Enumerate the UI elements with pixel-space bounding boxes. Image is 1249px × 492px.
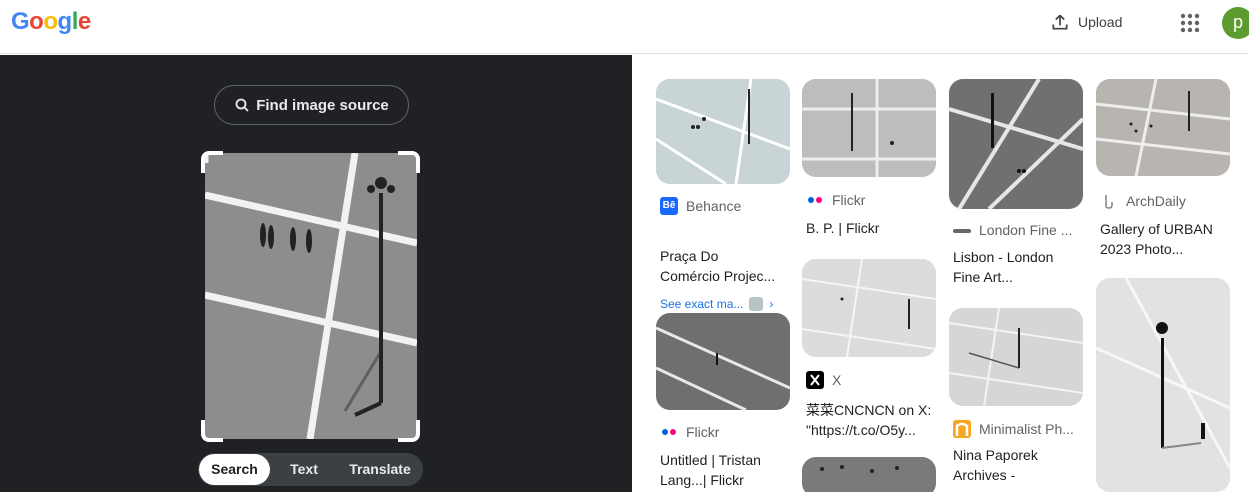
- result-source: Flickr: [686, 424, 720, 440]
- result-thumbnail[interactable]: [949, 308, 1083, 406]
- archdaily-icon: [1100, 192, 1118, 210]
- upload-button[interactable]: Upload: [1050, 11, 1122, 33]
- upload-label: Upload: [1078, 14, 1123, 30]
- result-thumbnail[interactable]: [802, 457, 936, 492]
- tab-text[interactable]: Text: [270, 454, 338, 485]
- flickr-icon: [806, 191, 824, 209]
- result-thumbnail[interactable]: [949, 79, 1083, 209]
- result-title[interactable]: Untitled | Tristan Lang...| Flickr: [660, 450, 790, 490]
- result-title[interactable]: 菜菜CNCNCN on X: "https://t.co/O5y...: [806, 400, 936, 440]
- chevron-right-icon: ›: [769, 297, 774, 311]
- result-title[interactable]: Praça Do Comércio Projec...: [660, 246, 790, 286]
- result-thumbnail[interactable]: [802, 79, 936, 177]
- result-thumbnail[interactable]: [656, 313, 790, 410]
- result-source: Behance: [686, 198, 742, 214]
- account-avatar[interactable]: p: [1222, 7, 1249, 39]
- result-source: London Fine ...: [979, 222, 1073, 238]
- x-icon: [806, 371, 824, 389]
- london-fine-art-icon: [953, 229, 971, 233]
- result-source: Minimalist Ph...: [979, 421, 1074, 437]
- crop-handle-top-left[interactable]: [201, 151, 223, 173]
- result-source: ArchDaily: [1126, 193, 1186, 209]
- exact-match-thumb-icon: [749, 297, 764, 311]
- result-title[interactable]: B. P. | Flickr: [806, 218, 936, 238]
- tab-search[interactable]: Search: [199, 454, 270, 485]
- flickr-icon: [660, 423, 678, 441]
- find-image-source-label: Find image source: [256, 96, 389, 114]
- result-title[interactable]: Lisbon - London Fine Art...: [953, 247, 1083, 287]
- result-thumbnail[interactable]: [656, 79, 790, 184]
- visual-matches: Bē Behance Praça Do Comércio Projec... Se…: [632, 55, 1249, 492]
- result-source: X: [832, 372, 842, 388]
- minimalist-icon: [953, 420, 971, 438]
- upload-icon: [1052, 14, 1068, 30]
- result-thumbnail[interactable]: [1096, 79, 1230, 176]
- see-exact-matches-link[interactable]: See exact ma... ›: [660, 297, 773, 311]
- result-title[interactable]: Gallery of URBAN 2023 Photo...: [1100, 219, 1230, 259]
- apps-grid-icon[interactable]: [1178, 11, 1202, 35]
- result-thumbnail[interactable]: [802, 259, 936, 357]
- uploaded-image[interactable]: [205, 153, 417, 439]
- top-bar: Google Upload p: [0, 0, 1249, 54]
- find-image-source-button[interactable]: Find image source: [214, 85, 409, 125]
- tab-translate[interactable]: Translate: [338, 454, 422, 485]
- google-logo[interactable]: Google: [11, 8, 91, 36]
- lens-image-pane: Find image source Search Text Translate: [0, 55, 632, 492]
- crop-handle-top-right[interactable]: [398, 151, 420, 173]
- result-source: Flickr: [832, 192, 866, 208]
- crop-handle-bottom-left[interactable]: [201, 420, 223, 442]
- result-title[interactable]: Nina Paporek Archives -: [953, 445, 1083, 485]
- lens-search-icon: [235, 98, 249, 112]
- behance-icon: Bē: [660, 197, 678, 215]
- mode-tabs: Search Text Translate: [198, 453, 423, 486]
- crop-handle-bottom-right[interactable]: [398, 420, 420, 442]
- result-thumbnail[interactable]: [1096, 278, 1230, 492]
